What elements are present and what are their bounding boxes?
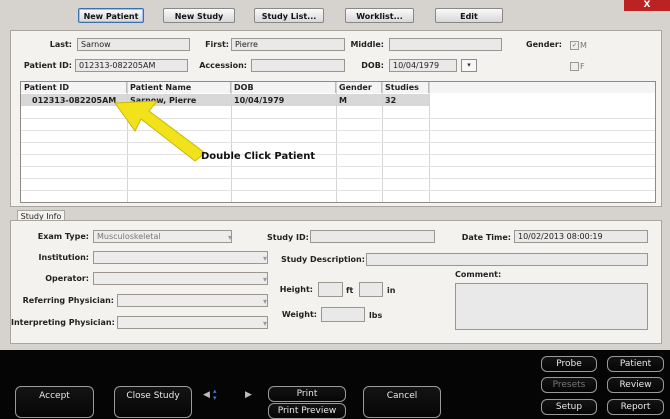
- height-inches-unit: in: [387, 286, 396, 295]
- study-list-button[interactable]: Study List...: [254, 8, 324, 23]
- weight-label: Weight:: [281, 310, 317, 319]
- setup-button[interactable]: Setup: [541, 399, 597, 415]
- patient-entry-window: New Patient New Study Study List... Work…: [0, 0, 670, 350]
- edit-button[interactable]: Edit: [435, 8, 503, 23]
- scroll-indicator-icon[interactable]: ▴ ▾: [213, 388, 219, 402]
- row-dob[interactable]: 10/04/1979: [231, 95, 336, 106]
- height-feet-unit: ft: [346, 286, 354, 295]
- gender-m-label: M: [580, 41, 587, 50]
- middle-name-field[interactable]: [389, 38, 502, 51]
- gender-m-checkbox[interactable]: ✓: [570, 41, 579, 50]
- operator-label: Operator:: [45, 274, 89, 283]
- operator-chevron-icon[interactable]: ▾: [259, 275, 267, 284]
- interpreting-physician-label: Interpreting Physician:: [11, 318, 115, 327]
- row-studies[interactable]: 32: [382, 95, 429, 106]
- study-description-field[interactable]: [366, 253, 648, 266]
- patient-button[interactable]: Patient: [607, 356, 664, 372]
- accession-label: Accession:: [199, 61, 247, 70]
- weight-field[interactable]: [321, 307, 365, 322]
- comment-field[interactable]: [455, 283, 648, 330]
- study-info-panel: Exam Type: Musculoskeletal ▾ Institution…: [10, 220, 662, 344]
- review-button[interactable]: Review: [607, 377, 664, 393]
- grid-line: [21, 190, 655, 191]
- study-id-label: Study ID:: [267, 233, 309, 242]
- gender-f-label: F: [580, 62, 585, 71]
- institution-chevron-icon[interactable]: ▾: [259, 254, 267, 263]
- column-header-patient-id[interactable]: Patient ID: [21, 82, 127, 93]
- grid-line: [21, 166, 655, 167]
- bottom-control-bar: Accept Close Study ◀ ▴ ▾ ▶ Print Print Pr…: [0, 350, 670, 419]
- accession-field[interactable]: [251, 59, 345, 72]
- date-time-field[interactable]: 10/02/2013 08:00:19: [514, 230, 648, 243]
- interpreting-physician-select[interactable]: [117, 316, 268, 329]
- probe-button[interactable]: Probe: [541, 356, 597, 372]
- referring-physician-chevron-icon[interactable]: ▾: [259, 297, 267, 306]
- date-time-label: Date Time:: [461, 233, 511, 242]
- first-name-label: First:: [205, 40, 229, 49]
- presets-button[interactable]: Presets: [541, 377, 597, 393]
- grid-line: [21, 178, 655, 179]
- annotation-arrow-icon: [114, 100, 206, 162]
- column-header-filler: [429, 82, 655, 93]
- new-patient-button[interactable]: New Patient: [78, 8, 144, 23]
- close-study-button[interactable]: Close Study: [114, 386, 192, 418]
- row-gender[interactable]: M: [336, 95, 382, 106]
- cancel-button[interactable]: Cancel: [363, 386, 441, 418]
- exam-type-label: Exam Type:: [37, 232, 89, 241]
- exam-type-select[interactable]: Musculoskeletal: [93, 230, 232, 243]
- column-header-gender[interactable]: Gender: [336, 82, 382, 93]
- gender-f-checkbox[interactable]: [570, 62, 579, 71]
- new-study-button[interactable]: New Study: [163, 8, 235, 23]
- last-name-label: Last:: [49, 40, 72, 49]
- print-button[interactable]: Print: [268, 386, 346, 402]
- column-header-patient-name[interactable]: Patient Name: [127, 82, 231, 93]
- middle-name-label: Middle:: [350, 40, 384, 49]
- first-name-field[interactable]: Pierre: [231, 38, 345, 51]
- print-preview-button[interactable]: Print Preview: [268, 403, 346, 419]
- column-header-studies[interactable]: Studies: [382, 82, 429, 93]
- accept-button[interactable]: Accept: [15, 386, 94, 418]
- height-label: Height:: [279, 285, 313, 294]
- last-name-field[interactable]: Sarnow: [77, 38, 190, 51]
- close-window-button[interactable]: X: [624, 0, 670, 11]
- study-description-label: Study Description:: [281, 255, 365, 264]
- patient-id-field[interactable]: 012313-082205AM: [75, 59, 188, 72]
- interpreting-physician-chevron-icon[interactable]: ▾: [259, 319, 267, 328]
- worklist-button[interactable]: Worklist...: [345, 8, 414, 23]
- referring-physician-label: Referring Physician:: [22, 296, 114, 305]
- next-icon[interactable]: ▶: [245, 390, 257, 404]
- height-feet-field[interactable]: [318, 282, 343, 297]
- dob-field[interactable]: 10/04/1979: [389, 59, 457, 72]
- annotation-callout: Double Click Patient: [201, 151, 316, 162]
- gender-label: Gender:: [526, 40, 562, 49]
- column-header-dob[interactable]: DOB: [231, 82, 336, 93]
- report-button[interactable]: Report: [607, 399, 664, 415]
- patient-id-label: Patient ID:: [23, 61, 72, 70]
- institution-label: Institution:: [38, 253, 89, 262]
- height-inches-field[interactable]: [359, 282, 383, 297]
- dob-picker-chevron-icon[interactable]: ▾: [461, 59, 477, 72]
- operator-select[interactable]: [93, 272, 268, 285]
- weight-unit: lbs: [369, 311, 383, 320]
- study-id-field[interactable]: [310, 230, 435, 243]
- dob-label: DOB:: [361, 61, 384, 70]
- comment-label: Comment:: [455, 270, 502, 279]
- exam-type-chevron-icon[interactable]: ▾: [224, 233, 232, 242]
- referring-physician-select[interactable]: [117, 294, 268, 307]
- institution-select[interactable]: [93, 251, 268, 264]
